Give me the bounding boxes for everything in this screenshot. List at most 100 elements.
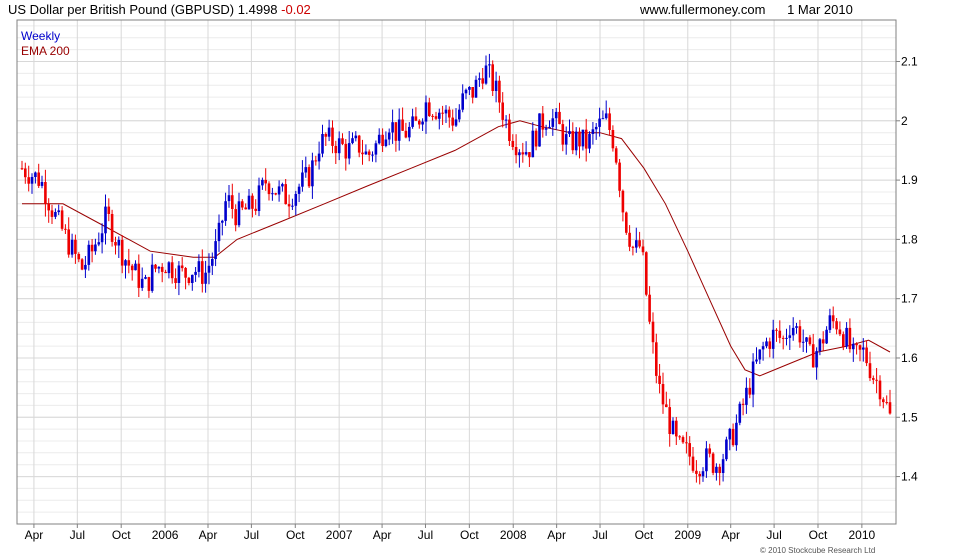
- candle-body: [110, 214, 114, 242]
- candle-body: [277, 186, 281, 195]
- candle-body: [638, 240, 641, 247]
- candle-body: [758, 349, 762, 360]
- candle-body: [821, 339, 825, 344]
- price-chart: 1.4 1.5 1.6 1.7 1.8 1.9 2 2.1 Apr Jul Oct 2006 Apr J…: [16, 19, 918, 542]
- candle-body: [778, 330, 782, 338]
- candle-body: [574, 131, 578, 151]
- candle-body: [791, 327, 795, 336]
- candle-body: [494, 80, 498, 91]
- candle-body: [775, 329, 778, 331]
- candle-body: [862, 347, 865, 350]
- candle-body: [675, 420, 678, 437]
- candle-body: [598, 118, 601, 127]
- candle-body: [130, 265, 134, 271]
- candle-body: [454, 119, 458, 126]
- candle-body: [718, 466, 721, 473]
- candle-body: [57, 210, 60, 213]
- candle-body: [842, 334, 845, 347]
- candle-body: [134, 263, 137, 271]
- candle-body: [491, 64, 494, 91]
- x-tick-label: Apr: [547, 528, 566, 542]
- candle-body: [628, 232, 631, 247]
- candle-body: [725, 439, 728, 460]
- candle-body: [514, 147, 518, 156]
- candle-body: [150, 264, 154, 291]
- candle-body: [421, 121, 424, 125]
- candle-body: [828, 315, 832, 330]
- candle-body: [885, 402, 888, 404]
- candle-body: [321, 134, 324, 154]
- candle-body: [438, 112, 441, 119]
- candle-body: [648, 294, 651, 322]
- candle-body: [167, 262, 171, 274]
- candle-body: [551, 118, 555, 127]
- candle-body: [721, 459, 725, 473]
- candle-body: [120, 239, 124, 266]
- candle-body: [731, 428, 735, 446]
- candle-body: [658, 375, 661, 384]
- candle-body: [735, 422, 738, 446]
- candle-body: [27, 177, 30, 184]
- candle-body: [765, 341, 768, 347]
- candle-body: [785, 337, 788, 339]
- candle-body: [601, 118, 605, 120]
- candle-body: [347, 143, 351, 159]
- candle-body: [444, 109, 448, 114]
- candle-body: [94, 244, 97, 252]
- candle-body: [304, 167, 308, 173]
- candle-body: [80, 259, 84, 270]
- candle-body: [247, 195, 251, 210]
- candle-body: [581, 129, 585, 147]
- candle-body: [404, 130, 408, 138]
- candle-body: [170, 262, 174, 279]
- candle-body: [237, 201, 241, 226]
- candle-body: [818, 339, 822, 352]
- candle-body: [614, 148, 618, 163]
- candle-body: [548, 126, 551, 129]
- candle-body: [434, 116, 438, 119]
- plot-frame: [16, 19, 897, 525]
- candle-body: [100, 233, 104, 243]
- candle-body: [698, 473, 701, 477]
- candle-body: [284, 184, 287, 205]
- candle-body: [728, 428, 732, 440]
- candle-body: [741, 403, 745, 405]
- candle-body: [588, 134, 591, 149]
- candle-body: [274, 193, 277, 195]
- candle-body: [224, 201, 227, 221]
- candle-body: [591, 129, 595, 134]
- candle-body: [431, 115, 434, 117]
- candle-body: [534, 130, 538, 147]
- candle-body: [214, 241, 217, 259]
- candle-body: [835, 321, 838, 330]
- candle-body: [381, 134, 384, 146]
- candle-body: [264, 179, 267, 184]
- candle-body: [160, 266, 164, 272]
- candle-body: [307, 167, 311, 187]
- candle-body: [37, 172, 40, 186]
- candle-body: [154, 264, 157, 269]
- candle-body: [838, 329, 842, 335]
- candle-body: [478, 78, 481, 80]
- candle-body: [191, 274, 194, 283]
- candle-body: [701, 471, 705, 477]
- x-axis: Apr Jul Oct 2006 Apr Jul Oct 2007 Apr Jul Oct 2008 A…: [25, 524, 876, 542]
- candle-body: [855, 343, 858, 346]
- y-axis: 1.4 1.5 1.6 1.7 1.8 1.9 2 2.1: [896, 55, 918, 484]
- candle-body: [428, 102, 431, 116]
- candle-body: [231, 195, 234, 209]
- candle-body: [44, 182, 47, 204]
- candle-body: [414, 116, 418, 121]
- candle-body: [621, 190, 625, 213]
- candle-body: [661, 384, 665, 405]
- candle-body: [541, 113, 545, 130]
- x-tick-label: Jul: [244, 528, 259, 542]
- y-tick-label: 2: [901, 114, 908, 128]
- x-tick-label: 2008: [500, 528, 527, 542]
- candle-body: [314, 160, 318, 162]
- candle-body: [177, 265, 181, 283]
- candle-body: [64, 228, 67, 230]
- candle-body: [471, 87, 474, 98]
- candle-body: [207, 265, 211, 273]
- candle-body: [538, 113, 541, 147]
